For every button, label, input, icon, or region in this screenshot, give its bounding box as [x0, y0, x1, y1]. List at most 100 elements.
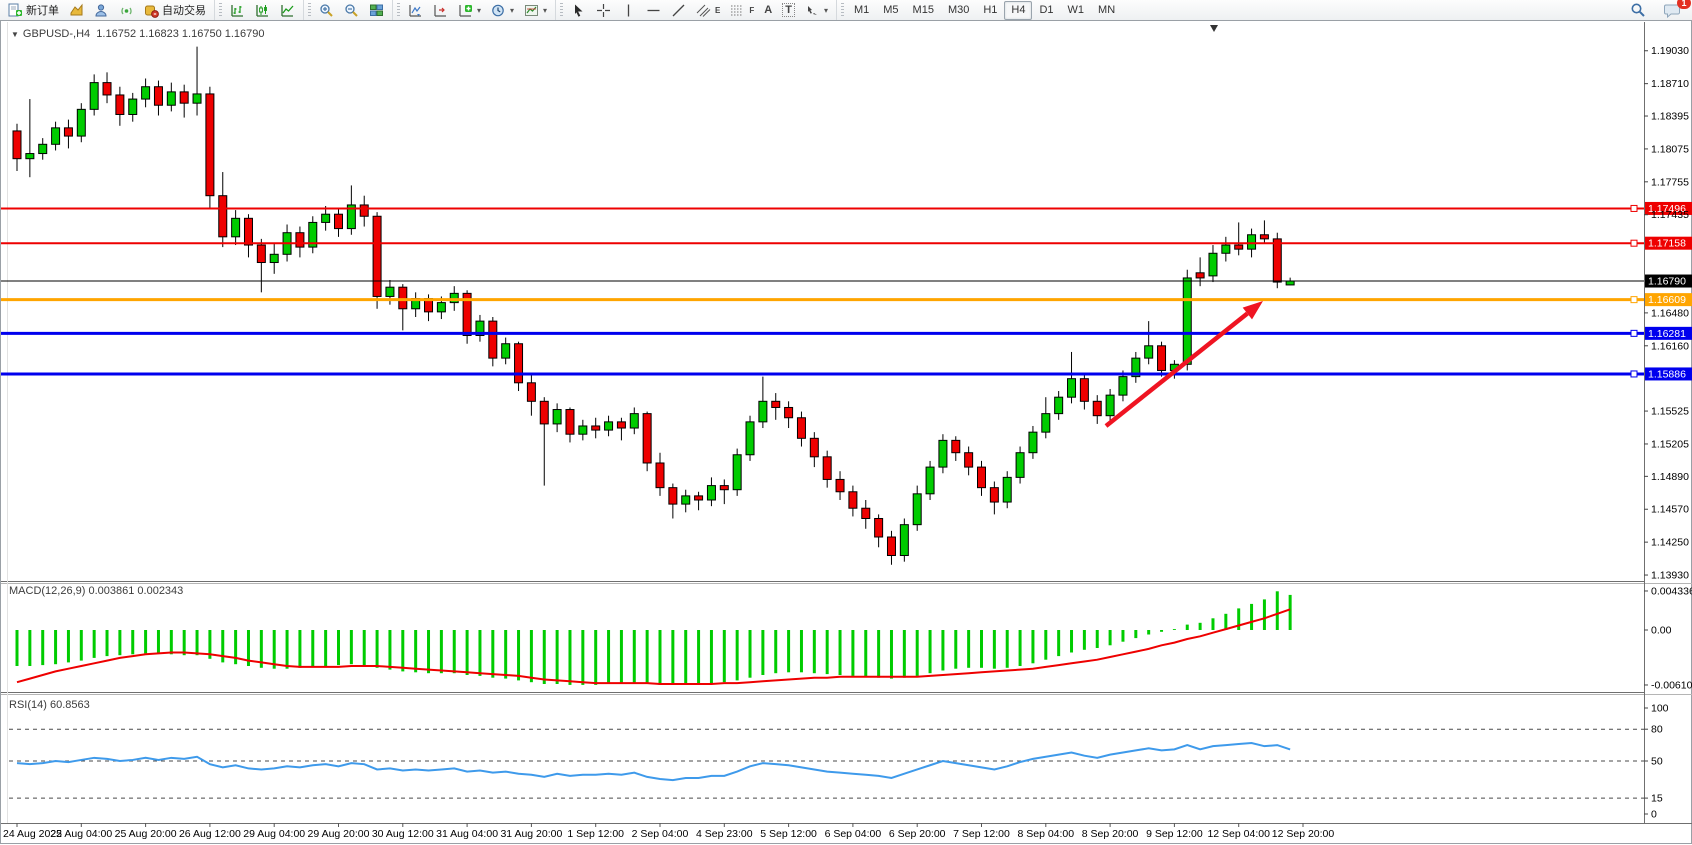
price-label-chip: 1.15886 — [1645, 367, 1692, 380]
candle — [1093, 395, 1101, 424]
trendline-tool-button[interactable] — [666, 0, 691, 20]
panel-frames — [1, 22, 1692, 824]
bar-chart-button[interactable] — [225, 0, 250, 20]
price-axis[interactable]: 1.190301.187101.183951.180751.177551.174… — [1644, 45, 1689, 581]
notifications-button[interactable]: 1 — [1659, 0, 1686, 20]
candle — [399, 284, 407, 330]
candle — [412, 292, 420, 317]
date-axis[interactable]: 24 Aug 202225 Aug 04:0025 Aug 20:0026 Au… — [3, 823, 1334, 840]
search-icon — [1630, 2, 1646, 18]
arrows-tool-button[interactable]: ▾ — [800, 0, 833, 20]
candle — [1106, 389, 1114, 422]
channel-tool-button[interactable]: E — [691, 0, 725, 20]
price-label-chip: 1.17158 — [1645, 237, 1692, 250]
svg-text:2 Sep 04:00: 2 Sep 04:00 — [632, 828, 689, 840]
timeframe-d1[interactable]: D1 — [1032, 1, 1060, 20]
horizontal-line-icon — [646, 3, 661, 18]
candle — [270, 243, 278, 274]
chart-shift-marker[interactable] — [1210, 25, 1218, 32]
signals-button[interactable] — [114, 0, 139, 20]
objects-collapse-icon[interactable]: ▼ — [11, 30, 19, 39]
svg-text:6 Sep 20:00: 6 Sep 20:00 — [889, 828, 946, 840]
candle — [502, 338, 510, 365]
candle — [296, 227, 304, 258]
dropdown-caret: ▾ — [510, 6, 514, 15]
candle — [1209, 245, 1217, 282]
macd-signal-line — [17, 609, 1290, 684]
toolbar-group-zoom — [303, 0, 392, 20]
hline-handle[interactable] — [1631, 240, 1637, 246]
timeframe-m1[interactable]: M1 — [847, 1, 876, 20]
candle — [643, 412, 651, 472]
svg-text:100: 100 — [1651, 703, 1669, 715]
chart-title: ▼GBPUSD-,H4 1.16752 1.16823 1.16750 1.16… — [11, 28, 265, 40]
new-order-button[interactable]: 新订单 — [3, 0, 64, 20]
candle — [142, 79, 150, 108]
candlestick-series — [13, 47, 1294, 565]
svg-text:1.14890: 1.14890 — [1651, 471, 1689, 483]
candle — [1132, 352, 1140, 383]
chart-canvas[interactable]: 1.174961.171581.166091.162811.158861.167… — [1, 21, 1692, 845]
candle — [77, 103, 85, 142]
hline-1.15886[interactable] — [1, 371, 1644, 377]
timeframe-h4[interactable]: H4 — [1004, 1, 1032, 20]
search-button[interactable] — [1625, 0, 1651, 20]
add-indicator-button[interactable]: ▾ — [453, 0, 486, 20]
auto-trading-button[interactable]: 自动交易 — [139, 0, 211, 20]
candle — [347, 185, 355, 234]
svg-text:1.19030: 1.19030 — [1651, 45, 1689, 57]
timeframe-h1[interactable]: H1 — [976, 1, 1004, 20]
arrow-objects-icon — [805, 3, 820, 18]
timeframe-m30[interactable]: M30 — [941, 1, 976, 20]
candle — [913, 486, 921, 531]
line-chart-button[interactable] — [275, 0, 300, 20]
chart-shift-button[interactable] — [428, 0, 453, 20]
market-watch-button[interactable] — [64, 0, 89, 20]
periods-button[interactable]: ▾ — [486, 0, 519, 20]
tile-windows-button[interactable] — [364, 0, 389, 20]
rsi-line — [17, 743, 1290, 780]
fibonacci-icon — [730, 3, 746, 18]
hline-handle[interactable] — [1631, 330, 1637, 336]
svg-text:25 Aug 20:00: 25 Aug 20:00 — [115, 828, 177, 840]
timeframe-w1[interactable]: W1 — [1061, 1, 1092, 20]
svg-text:1.17158: 1.17158 — [1648, 238, 1686, 250]
templates-button[interactable]: ▾ — [519, 0, 552, 20]
fibonacci-tool-button[interactable]: F — [725, 0, 759, 20]
cursor-tool-button[interactable] — [566, 0, 591, 20]
candle — [887, 531, 895, 565]
hline-handle[interactable] — [1631, 297, 1637, 303]
hline-1.16281[interactable] — [1, 330, 1644, 336]
hline-1.17496[interactable] — [1, 205, 1644, 211]
svg-text:5 Sep 12:00: 5 Sep 12:00 — [760, 828, 817, 840]
svg-text:1.16281: 1.16281 — [1648, 328, 1686, 340]
candle — [836, 471, 844, 500]
signal-waves-icon — [119, 3, 134, 18]
vertical-line-icon — [621, 3, 636, 18]
candle — [1222, 237, 1230, 262]
timeframe-m15[interactable]: M15 — [906, 1, 941, 20]
dropdown-caret: ▾ — [824, 6, 828, 15]
crosshair-tool-button[interactable] — [591, 0, 616, 20]
hline-handle[interactable] — [1631, 371, 1637, 377]
svg-text:1 Sep 12:00: 1 Sep 12:00 — [567, 828, 624, 840]
bar-chart-icon — [230, 3, 245, 18]
candle — [1196, 257, 1204, 286]
candle — [1055, 391, 1063, 420]
text-tool-button[interactable]: A — [759, 0, 777, 20]
zoom-out-button[interactable] — [339, 0, 364, 20]
zoom-in-button[interactable] — [314, 0, 339, 20]
navigator-button[interactable] — [89, 0, 114, 20]
candle — [90, 74, 98, 115]
candle — [952, 436, 960, 461]
candlestick-chart-button[interactable] — [250, 0, 275, 20]
indicator-list-button[interactable] — [403, 0, 428, 20]
vertical-line-tool-button[interactable] — [616, 0, 641, 20]
timeframe-mn[interactable]: MN — [1091, 1, 1122, 20]
hline-handle[interactable] — [1631, 205, 1637, 211]
svg-text:1.15205: 1.15205 — [1651, 438, 1689, 450]
timeframe-m5[interactable]: M5 — [876, 1, 905, 20]
text-label-tool-button[interactable]: T — [777, 0, 800, 20]
horizontal-line-tool-button[interactable] — [641, 0, 666, 20]
hline-1.16609[interactable] — [1, 297, 1644, 303]
